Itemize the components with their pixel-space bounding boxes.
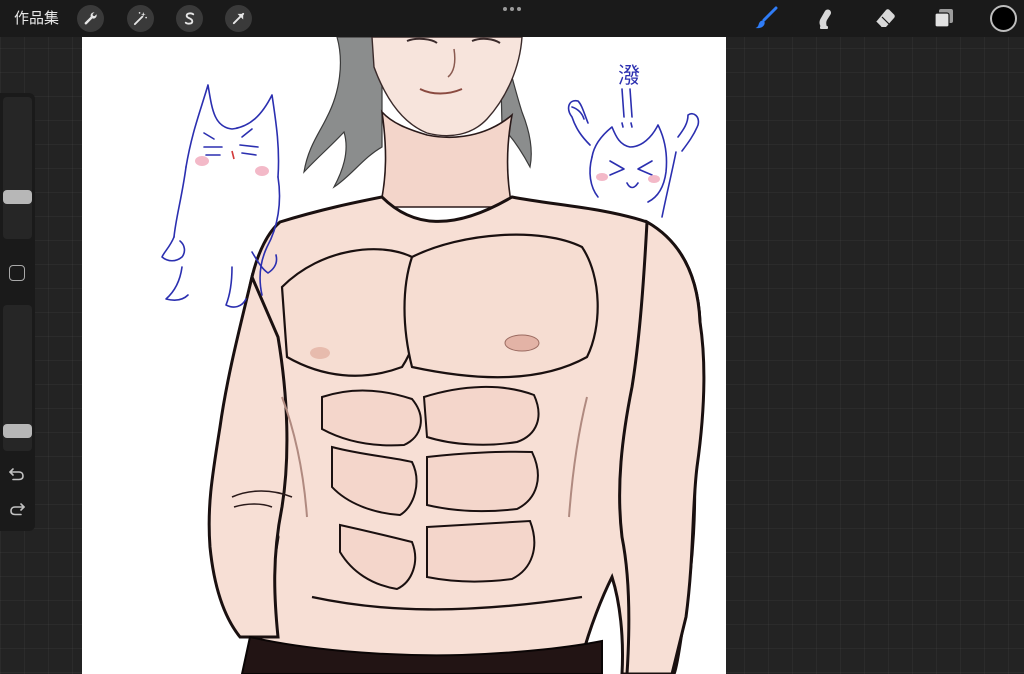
eraser-icon (875, 9, 895, 28)
brush-tool-button[interactable] (752, 4, 780, 32)
brush-size-slider[interactable] (3, 97, 32, 239)
selection-s-icon (184, 12, 195, 25)
modify-button[interactable] (9, 265, 25, 281)
brush-icon (755, 6, 778, 29)
redo-button[interactable] (7, 500, 27, 518)
gallery-button[interactable]: 作品集 (14, 8, 59, 28)
drawing-canvas[interactable]: 潑 (82, 37, 726, 674)
undo-icon (9, 468, 24, 481)
layers-icon (934, 9, 953, 28)
brush-size-slider-thumb[interactable] (3, 190, 32, 205)
smudge-icon (819, 9, 832, 29)
wrench-icon (84, 12, 97, 25)
color-picker-button[interactable] (990, 5, 1017, 32)
redo-icon (10, 503, 25, 516)
magic-wand-icon (133, 11, 147, 26)
artwork: 潑 (161, 37, 706, 674)
transform-button[interactable] (225, 5, 252, 32)
actions-button[interactable] (77, 5, 104, 32)
arrow-cursor-icon (232, 12, 245, 25)
selection-button[interactable] (176, 5, 203, 32)
smudge-tool-button[interactable] (811, 4, 839, 32)
more-options-button[interactable] (500, 2, 524, 16)
opacity-slider-thumb[interactable] (3, 423, 32, 438)
eraser-tool-button[interactable] (871, 4, 899, 32)
doodle-text: 潑 (618, 64, 640, 89)
top-toolbar: 作品集 (0, 0, 1024, 37)
undo-button[interactable] (7, 465, 27, 483)
side-bar (0, 93, 35, 531)
adjustments-button[interactable] (127, 5, 154, 32)
ellipsis-icon (503, 7, 507, 11)
layers-button[interactable] (930, 4, 958, 32)
